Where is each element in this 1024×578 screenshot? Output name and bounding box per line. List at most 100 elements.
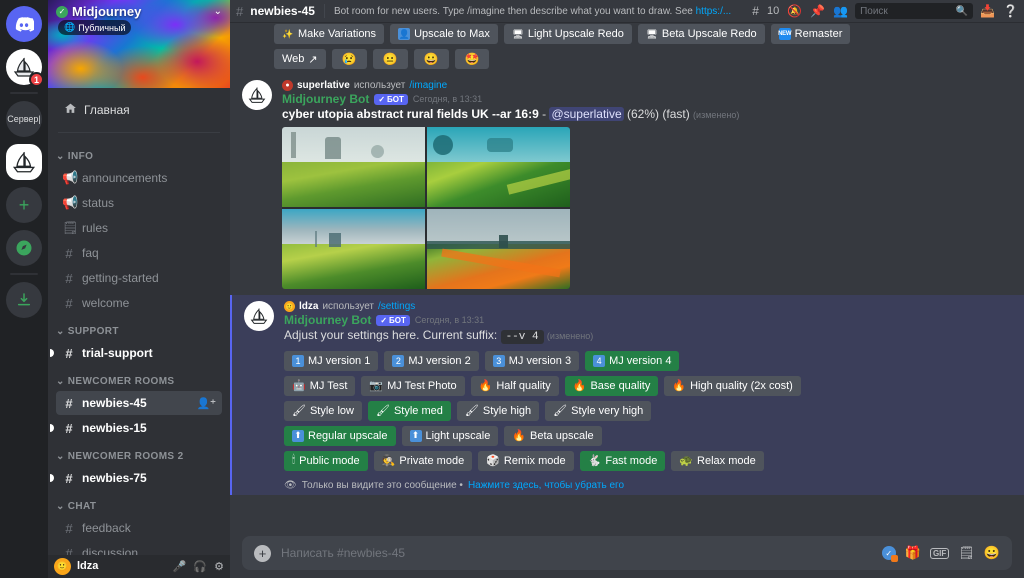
button-style-high[interactable]: 🖌 Style high: [456, 400, 540, 421]
generated-image-3[interactable]: [282, 209, 425, 289]
announcement-icon: 📢: [62, 195, 79, 210]
category-info-label: INFO: [67, 151, 94, 162]
server-rail-item-midjourney-selected[interactable]: [6, 144, 42, 180]
create-invite-icon[interactable]: 👤⁺: [196, 397, 216, 410]
dismiss-message-link[interactable]: Нажмите здесь, чтобы убрать его: [468, 480, 624, 491]
generated-image-2[interactable]: [427, 127, 570, 207]
button-reaction-neutral[interactable]: 😐: [372, 49, 408, 69]
sidebar-item-feedback[interactable]: # feedback: [56, 516, 222, 540]
generated-image-grid[interactable]: [282, 127, 570, 289]
button-style-very-high[interactable]: 🖌 Style very high: [545, 400, 652, 421]
help-icon[interactable]: ❔: [1003, 4, 1018, 18]
attach-file-button[interactable]: +: [254, 544, 271, 562]
inbox-icon[interactable]: 📥: [980, 4, 995, 18]
category-chat[interactable]: ⌄ CHAT: [48, 491, 230, 515]
button-mj-version-1[interactable]: 1 MJ version 1: [284, 350, 379, 371]
button-light-upscale[interactable]: ⬆ Light upscale: [401, 425, 499, 446]
mic-muted-icon[interactable]: 🎤: [173, 560, 187, 573]
generated-image-1[interactable]: [282, 127, 425, 207]
button-style-med[interactable]: 🖌 Style med: [368, 400, 451, 421]
server-banner[interactable]: ✓ Midjourney ⌄ 🌐 Публичный: [48, 0, 230, 88]
button-regular-upscale[interactable]: ⬆ Regular upscale: [284, 425, 396, 446]
gift-icon[interactable]: 🎁: [905, 545, 921, 561]
button-style-low[interactable]: 🖌 Style low: [284, 400, 362, 421]
server-rail-item-server-label[interactable]: Сервер|: [6, 101, 42, 137]
sidebar-item-newbies-75[interactable]: # newbies-75: [50, 466, 222, 490]
neutral-emoji-icon: 😐: [382, 52, 398, 66]
sidebar-item-getting-started[interactable]: # getting-started: [56, 266, 222, 290]
sidebar-item-faq[interactable]: # faq: [56, 241, 222, 265]
gear-icon[interactable]: ⚙: [214, 560, 224, 573]
channel-label: getting-started: [82, 271, 159, 285]
emoji-icon[interactable]: 😀: [984, 545, 1000, 561]
button-reaction-sad[interactable]: 😢: [331, 49, 367, 69]
avatar[interactable]: [242, 80, 272, 110]
nitro-icon[interactable]: ✓: [881, 546, 898, 562]
button-base-quality[interactable]: 🔥 Base quality: [564, 375, 659, 396]
server-header[interactable]: ✓ Midjourney: [56, 4, 141, 19]
mention[interactable]: @superlative: [549, 107, 624, 121]
avatar[interactable]: [244, 301, 274, 331]
button-public-mode[interactable]: 🕯 Public mode: [284, 450, 368, 471]
generated-image-4[interactable]: [427, 209, 570, 289]
button-mj-version-2[interactable]: 2 MJ version 2: [384, 350, 479, 371]
members-icon[interactable]: 👥: [833, 4, 848, 18]
button-mj-version-3[interactable]: 3 MJ version 3: [484, 350, 580, 371]
category-info[interactable]: ⌄ INFO: [48, 141, 230, 165]
button-fast-mode[interactable]: 🐇 Fast mode: [579, 450, 666, 471]
pinned-icon[interactable]: 📌: [810, 4, 825, 18]
command-name[interactable]: /settings: [378, 301, 415, 312]
button-light-upscale-redo[interactable]: 🖥 Light Upscale Redo: [503, 24, 632, 44]
button-beta-upscale-redo[interactable]: 🖥 Beta Upscale Redo: [637, 24, 765, 44]
button-half-quality[interactable]: 🔥 Half quality: [470, 375, 559, 396]
button-private-mode[interactable]: 🕵 Private mode: [373, 450, 473, 471]
button-high-quality[interactable]: 🔥 High quality (2x cost): [664, 375, 801, 396]
category-support[interactable]: ⌄ SUPPORT: [48, 316, 230, 340]
button-beta-upscale[interactable]: 🔥 Beta upscale: [504, 425, 602, 446]
avatar[interactable]: 🙂: [54, 558, 71, 575]
button-reaction-happy[interactable]: 😀: [413, 49, 449, 69]
prompt-text: cyber utopia abstract rural fields UK --…: [282, 107, 539, 121]
message-input[interactable]: Написать #newbies-45: [281, 546, 872, 560]
sidebar-item-home[interactable]: Главная: [56, 96, 222, 124]
button-remix-mode[interactable]: 🎲 Remix mode: [478, 450, 574, 471]
sidebar-item-newbies-15[interactable]: # newbies-15: [50, 416, 222, 440]
chevron-down-icon[interactable]: ⌄: [214, 6, 222, 17]
threads-icon[interactable]: #: [752, 4, 759, 18]
category-newcomer-rooms[interactable]: ⌄ NEWCOMER ROOMS: [48, 366, 230, 390]
button-mj-version-4[interactable]: 4 MJ version 4: [585, 350, 680, 371]
search-input[interactable]: Поиск 🔍: [855, 3, 974, 19]
sidebar-item-newbies-45[interactable]: # newbies-45 👤⁺: [56, 391, 222, 415]
sidebar-item-status[interactable]: 📢 status: [56, 191, 222, 215]
download-apps-button[interactable]: [6, 282, 42, 318]
message-composer[interactable]: + Написать #newbies-45 ✓ 🎁 GIF 🗒 😀: [242, 536, 1012, 570]
user-name: ldza: [77, 560, 99, 572]
sidebar-item-trial-support[interactable]: # trial-support: [50, 341, 222, 365]
category-newcomer-rooms-2[interactable]: ⌄ NEWCOMER ROOMS 2: [48, 441, 230, 465]
button-upscale-to-max[interactable]: 👤 Upscale to Max: [390, 24, 498, 44]
explore-servers-button[interactable]: [6, 230, 42, 266]
command-name[interactable]: /imagine: [409, 80, 447, 91]
button-mj-test[interactable]: 🤖 MJ Test: [284, 375, 356, 396]
headphones-icon[interactable]: 🎧: [193, 560, 207, 573]
sticker-icon[interactable]: 🗒: [958, 545, 975, 561]
server-rail-item-midjourney-1[interactable]: 1: [6, 49, 44, 87]
gif-icon[interactable]: GIF: [929, 547, 950, 559]
channel-topic-link[interactable]: https:/...: [696, 6, 732, 17]
button-web[interactable]: Web ↗: [274, 49, 326, 69]
button-remaster[interactable]: NEW Remaster: [770, 24, 851, 44]
timestamp: Сегодня, в 13:31: [414, 315, 485, 325]
button-reaction-starstruck[interactable]: 🤩: [454, 49, 490, 69]
sidebar-item-discussion[interactable]: # discussion: [56, 541, 222, 556]
sidebar-item-rules[interactable]: 🗒 rules: [56, 216, 222, 240]
add-server-button[interactable]: +: [6, 187, 42, 223]
detective-icon: 🕵: [381, 455, 396, 468]
server-rail-item-discord-home[interactable]: [6, 6, 42, 42]
hash-icon: #: [65, 270, 73, 286]
button-make-variations[interactable]: ✨ Make Variations: [274, 24, 385, 44]
sidebar-item-welcome[interactable]: # welcome: [56, 291, 222, 315]
button-relax-mode[interactable]: 🐢 Relax mode: [671, 450, 764, 471]
sidebar-item-announcements[interactable]: 📢 announcements: [56, 166, 222, 190]
button-mj-test-photo[interactable]: 📷 MJ Test Photo: [361, 375, 465, 396]
notification-off-icon[interactable]: 🔕: [787, 4, 802, 18]
